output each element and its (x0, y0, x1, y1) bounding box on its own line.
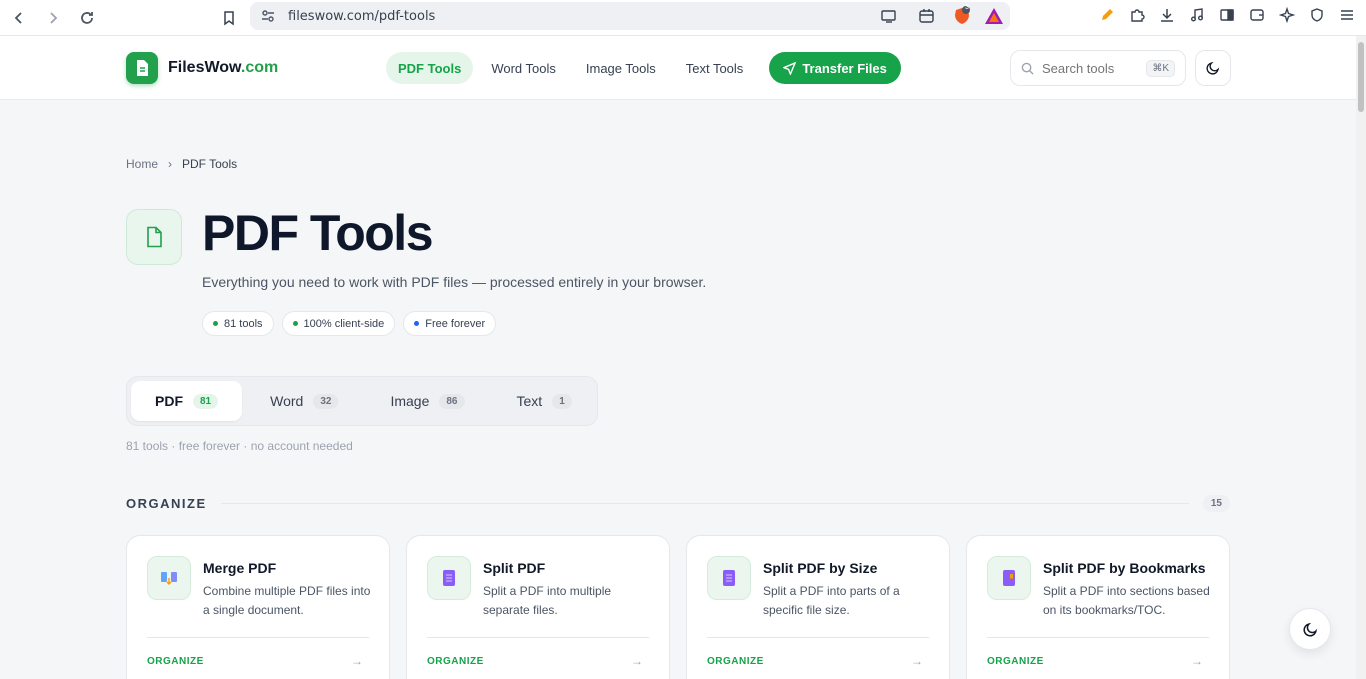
sidebar-icon[interactable] (1216, 4, 1238, 26)
pill-client-side: 100% client-side (281, 311, 396, 336)
card-description: Split a PDF into sections based on its b… (1043, 584, 1210, 617)
pill-free-forever: Free forever (403, 311, 497, 336)
card-title: Split PDF by Bookmarks (1043, 560, 1206, 576)
main-nav: PDF Tools Word Tools Image Tools Text To… (386, 52, 901, 84)
tool-card-split-pdf[interactable]: Split PDF Split a PDF into multiple sepa… (406, 535, 670, 679)
site-settings-icon[interactable] (260, 8, 276, 29)
reload-icon[interactable] (72, 3, 102, 33)
card-divider (987, 637, 1209, 638)
page-title: PDF Tools (202, 205, 434, 261)
pdf-file-icon (126, 209, 182, 265)
back-icon[interactable] (4, 3, 34, 33)
card-description: Combine multiple PDF files into a single… (203, 584, 371, 617)
arrow-right-icon: → (1191, 654, 1203, 668)
card-divider (427, 637, 649, 638)
tool-card-merge-pdf[interactable]: Merge PDF Combine multiple PDF files int… (126, 535, 390, 679)
search-shortcut: ⌘K (1146, 59, 1175, 77)
tab-image[interactable]: Image 86 (366, 381, 488, 421)
floating-theme-toggle[interactable] (1289, 608, 1331, 650)
stat-pills: 81 tools 100% client-side Free forever (202, 311, 497, 336)
tab-word[interactable]: Word 32 (246, 381, 362, 421)
transfer-files-button[interactable]: Transfer Files (769, 52, 901, 84)
address-bar[interactable]: fileswow.com/pdf-tools 3 (250, 2, 1010, 30)
card-divider (707, 637, 929, 638)
bookmark-icon[interactable] (218, 7, 240, 29)
music-icon[interactable] (1186, 4, 1208, 26)
section-header-organize: ORGANIZE 15 (126, 495, 1230, 512)
logo-file-icon (126, 52, 158, 84)
calendar-icon[interactable] (918, 7, 936, 30)
browser-toolbar: fileswow.com/pdf-tools 3 (0, 0, 1366, 36)
arrow-right-icon: → (351, 654, 363, 668)
search-input[interactable] (1042, 60, 1138, 76)
page-scrollbar[interactable] (1356, 36, 1366, 679)
browser-extensions (1096, 4, 1358, 26)
card-divider (147, 637, 369, 638)
wallet-icon[interactable] (1246, 4, 1268, 26)
split-bookmarks-icon (987, 556, 1031, 600)
menu-icon[interactable] (1336, 4, 1358, 26)
section-divider (220, 503, 1189, 504)
nav-pdf-tools[interactable]: PDF Tools (386, 52, 474, 84)
section-count: 15 (1202, 495, 1230, 512)
theme-toggle-button[interactable] (1195, 50, 1231, 86)
pencil-icon[interactable] (1096, 4, 1118, 26)
card-category: ORGANIZE (427, 656, 484, 667)
nav-text-tools[interactable]: Text Tools (674, 52, 756, 84)
vpn-shield-icon[interactable] (1306, 4, 1328, 26)
tabs-meta: 81 tools · free forever · no account nee… (126, 439, 353, 453)
tab-pdf[interactable]: PDF 81 (131, 381, 243, 421)
breadcrumb-current: PDF Tools (182, 157, 238, 171)
tool-card-split-pdf-by-bookmarks[interactable]: Split PDF by Bookmarks Split a PDF into … (966, 535, 1230, 679)
split-size-icon (707, 556, 751, 600)
pill-tools-count: 81 tools (202, 311, 274, 336)
moon-icon (1206, 61, 1220, 75)
scrollbar-thumb[interactable] (1358, 42, 1364, 112)
url-text: fileswow.com/pdf-tools (288, 8, 436, 24)
category-tabs: PDF 81 Word 32 Image 86 Text 1 (126, 376, 598, 426)
card-title: Split PDF (483, 560, 546, 576)
arrow-right-icon: → (911, 654, 923, 668)
split-icon (427, 556, 471, 600)
card-description: Split a PDF into parts of a specific fil… (763, 584, 900, 617)
ai-sparkle-icon[interactable] (1276, 4, 1298, 26)
download-icon[interactable] (1156, 4, 1178, 26)
arrow-right-icon: → (631, 654, 643, 668)
page-subtitle: Everything you need to work with PDF fil… (202, 274, 707, 290)
merge-icon (147, 556, 191, 600)
breadcrumb: Home › PDF Tools (126, 157, 237, 171)
logo-text: FilesWow.com (168, 59, 279, 76)
forward-icon[interactable] (38, 3, 68, 33)
cast-icon[interactable] (880, 7, 898, 30)
nav-word-tools[interactable]: Word Tools (479, 52, 568, 84)
brave-rewards-icon[interactable] (984, 7, 1004, 30)
tool-cards: Merge PDF Combine multiple PDF files int… (126, 535, 1230, 679)
brave-badge: 3 (965, 4, 969, 11)
card-category: ORGANIZE (147, 656, 204, 667)
pill-dot (414, 321, 420, 326)
pill-dot (213, 321, 218, 326)
send-icon (783, 61, 797, 75)
moon-icon (1302, 622, 1317, 637)
puzzle-icon[interactable] (1126, 4, 1148, 26)
site-logo[interactable]: FilesWow.com (126, 52, 278, 84)
pill-dot (292, 321, 298, 326)
tool-card-split-pdf-by-size[interactable]: Split PDF by Size Split a PDF into parts… (686, 535, 950, 679)
tab-text[interactable]: Text 1 (493, 381, 596, 421)
nav-image-tools[interactable]: Image Tools (574, 52, 668, 84)
card-title: Split PDF by Size (763, 560, 878, 576)
site-header: FilesWow.com PDF Tools Word Tools Image … (0, 36, 1356, 100)
card-title: Merge PDF (203, 560, 277, 576)
section-title: ORGANIZE (126, 496, 207, 511)
search-box[interactable]: ⌘K (1010, 50, 1186, 86)
breadcrumb-home[interactable]: Home (126, 157, 158, 171)
card-description: Split a PDF into multiple separate files… (483, 584, 612, 617)
breadcrumb-separator: › (168, 157, 173, 171)
card-category: ORGANIZE (707, 656, 764, 667)
card-category: ORGANIZE (987, 656, 1044, 667)
search-icon (1021, 62, 1034, 75)
